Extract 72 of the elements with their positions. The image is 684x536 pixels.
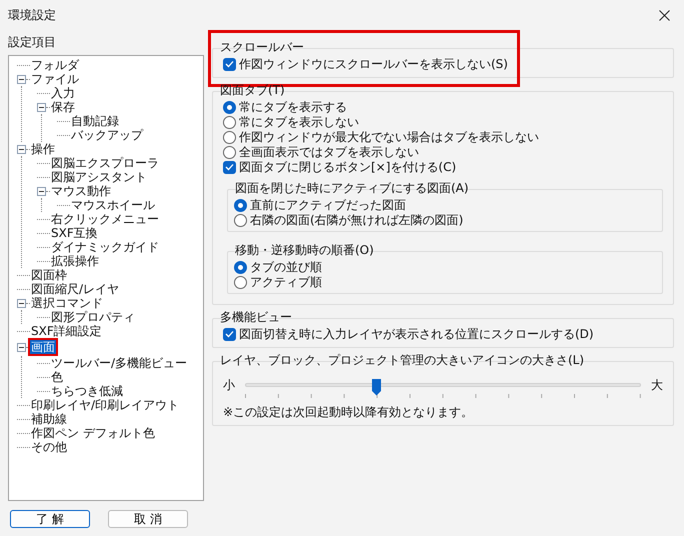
group-title: スクロールバー: [220, 40, 305, 54]
tree-item[interactable]: 図脳アシスタント: [50, 170, 148, 184]
radio-button[interactable]: [223, 116, 236, 128]
collapse-icon[interactable]: [17, 298, 26, 308]
note-text: ※この設定は次回起動時以降有効となります。: [223, 405, 474, 419]
tree-item[interactable]: マウス動作: [50, 184, 112, 198]
tree-item[interactable]: 保存: [50, 100, 76, 114]
tree-item[interactable]: 右クリックメニュー: [50, 212, 160, 226]
collapse-icon[interactable]: [17, 144, 26, 154]
tree-item[interactable]: 図面縮尺/レイヤ: [30, 282, 120, 296]
radio-button[interactable]: [223, 146, 236, 158]
tree-item[interactable]: SXF詳細設定: [30, 324, 103, 338]
radio-option[interactable]: 作図ウィンドウが最大化でない場合はタブを表示しない: [223, 130, 663, 144]
checkbox[interactable]: [223, 58, 236, 70]
radio-option[interactable]: 全画面表示ではタブを表示しない: [223, 145, 663, 159]
collapse-icon[interactable]: [17, 74, 26, 84]
collapse-icon[interactable]: [17, 342, 26, 352]
tree-item[interactable]: ちらつき低減: [50, 384, 124, 398]
close-icon[interactable]: [659, 10, 670, 20]
group-title: レイヤ、ブロック、プロジェクト管理の大きいアイコンの大きさ(L): [220, 353, 586, 367]
tree-item[interactable]: 印刷レイヤ/印刷レイアウト: [30, 398, 180, 412]
collapse-icon[interactable]: [37, 186, 46, 196]
tree-item[interactable]: 補助線: [30, 412, 68, 426]
checkbox-option[interactable]: 図面切替え時に入力レイヤが表示される位置にスクロールする(D): [223, 327, 663, 341]
tree-item[interactable]: 色: [50, 370, 64, 384]
tree-item[interactable]: 図形プロパティ: [50, 310, 136, 324]
radio-button[interactable]: [234, 214, 247, 226]
tree-item[interactable]: ツールバー/多機能ビュー: [50, 356, 188, 370]
group-title: 多機能ビュー: [220, 310, 293, 324]
radio-option[interactable]: 右隣の図面(右隣が無ければ左隣の図面): [234, 213, 652, 227]
radio-option[interactable]: 常にタブを表示しない: [223, 115, 663, 129]
tree-item[interactable]: その他: [30, 440, 68, 454]
tree-item[interactable]: 図脳エクスプローラ: [50, 156, 160, 170]
tree-item[interactable]: マウスホイール: [70, 198, 156, 212]
tree-item[interactable]: バックアップ: [70, 128, 144, 142]
tree-item[interactable]: SXF互換: [50, 226, 99, 240]
tree-item[interactable]: 拡張操作: [50, 254, 100, 268]
tree-item[interactable]: ファイル: [30, 72, 80, 86]
slider-track[interactable]: [245, 378, 641, 400]
checkbox[interactable]: [223, 160, 236, 174]
radio-button[interactable]: [223, 130, 236, 144]
sidebar-label: 設定項目: [8, 34, 57, 51]
radio-button[interactable]: [234, 198, 247, 212]
tree-item[interactable]: 自動記録: [70, 114, 120, 128]
group-title: 図面タブ(T): [220, 83, 286, 97]
tree-item[interactable]: 作図ペン デフォルト色: [30, 426, 156, 440]
min-label: 小: [223, 378, 235, 392]
radio-option[interactable]: タブの並び順: [234, 260, 652, 274]
checkbox[interactable]: [223, 328, 236, 340]
max-label: 大: [651, 378, 663, 392]
tree-item[interactable]: フォルダ: [30, 58, 80, 72]
dialog-button[interactable]: 取 消: [108, 510, 188, 528]
collapse-icon[interactable]: [37, 102, 46, 112]
tree-item[interactable]: 操作: [30, 142, 56, 156]
radio-option[interactable]: アクティブ順: [234, 275, 652, 289]
radio-button[interactable]: [234, 260, 247, 274]
radio-button[interactable]: [234, 276, 247, 288]
tree-item[interactable]: 画面: [30, 340, 56, 354]
radio-option[interactable]: 常にタブを表示する: [223, 100, 663, 114]
tree-item[interactable]: ダイナミックガイド: [50, 240, 160, 254]
radio-button[interactable]: [223, 100, 236, 114]
tree-item[interactable]: 選択コマンド: [30, 296, 104, 310]
group-title: 移動・逆移動時の順番(O): [235, 243, 375, 257]
dialog-button[interactable]: 了 解: [10, 510, 90, 528]
radio-option[interactable]: 直前にアクティブだった図面: [234, 198, 652, 212]
slider-thumb[interactable]: [370, 378, 382, 396]
group-title: 図面を閉じた時にアクティブにする図面(A): [235, 181, 470, 195]
window-title: 環境設定: [8, 6, 56, 24]
tree-item[interactable]: 入力: [50, 86, 76, 100]
checkbox-option[interactable]: 図面タブに閉じるボタン[×]を付ける(C): [223, 160, 663, 174]
tree-item[interactable]: 図面枠: [30, 268, 68, 282]
checkbox-option[interactable]: 作図ウィンドウにスクロールバーを表示しない(S): [223, 57, 663, 71]
